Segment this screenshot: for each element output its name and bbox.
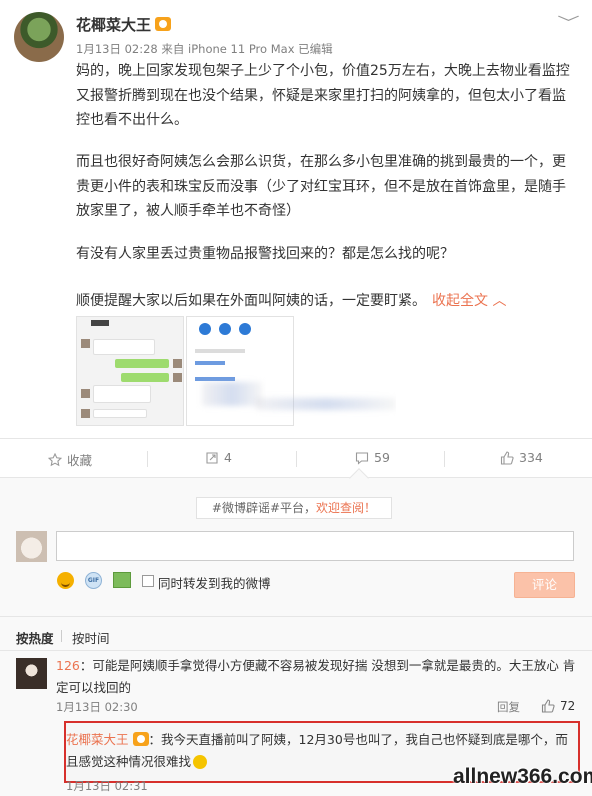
like-button[interactable]: 334 xyxy=(500,450,543,465)
comment-like-count: 72 xyxy=(560,699,576,713)
collect-label: 收藏 xyxy=(67,453,93,468)
image-icon[interactable] xyxy=(113,572,131,588)
author-name[interactable]: 花椰菜大王 xyxy=(76,14,172,35)
repost-checkbox[interactable] xyxy=(142,575,154,587)
crying-emoji-icon xyxy=(193,754,208,769)
divider xyxy=(0,650,592,651)
collect-button[interactable]: 收藏 xyxy=(47,450,93,469)
comment-like-button[interactable]: 72 xyxy=(541,699,575,713)
emoji-icon[interactable] xyxy=(57,572,74,589)
sort-separator xyxy=(61,630,62,642)
commenter-avatar[interactable] xyxy=(16,658,47,689)
reply-button[interactable]: 回复 xyxy=(497,699,520,715)
comment-time: 1月13日 02:30 xyxy=(56,700,138,714)
collapse-link[interactable]: 收起全文 ︿ xyxy=(432,293,506,309)
star-icon xyxy=(47,452,63,467)
commenter-name[interactable]: 126 xyxy=(56,658,80,673)
reply-author[interactable]: 花椰菜大王 xyxy=(66,732,129,747)
post-paragraph: 而且也很好奇阿姨怎么会那么识货，在那么多小包里准确的挑到最贵的一个，更贵更小件的… xyxy=(76,154,566,219)
divider xyxy=(0,616,592,617)
thumbs-up-icon xyxy=(500,450,514,465)
reply-time: 1月13日 02:31 xyxy=(66,779,148,793)
submit-comment-button[interactable]: 评论 xyxy=(514,572,575,598)
post-image-chat[interactable] xyxy=(76,316,184,426)
notice-link[interactable]: 欢迎查阅！ xyxy=(316,501,376,515)
repost-count: 4 xyxy=(224,450,232,465)
comment-input[interactable] xyxy=(56,531,574,561)
post-paragraph: 妈的，晚上回家发现包架子上少了个小包，价值25万左右，大晚上去物业看监控又报警折… xyxy=(76,63,570,128)
post-meta: 1月13日 02:28 来自 iPhone 11 Pro Max 已编辑 xyxy=(76,42,333,56)
repost-icon xyxy=(205,451,219,465)
chevron-down-icon[interactable]: ﹀ xyxy=(557,12,580,33)
comment-count: 59 xyxy=(374,450,390,465)
comment-button[interactable]: 59 xyxy=(355,450,390,465)
my-avatar[interactable] xyxy=(16,531,47,562)
post-paragraph: 顺便提醒大家以后如果在外面叫阿姨的话，一定要盯紧。 收起全文 ︿ xyxy=(76,293,507,309)
repost-checkbox-label[interactable]: 同时转发到我的微博 xyxy=(158,573,271,592)
author-avatar[interactable] xyxy=(14,12,64,62)
sort-by-hot[interactable]: 按热度 xyxy=(16,628,54,647)
watermark: allnew366.com xyxy=(453,765,592,788)
thumbs-up-icon xyxy=(541,699,555,713)
gif-icon[interactable]: GIF xyxy=(85,572,102,589)
post-paragraph: 有没有人家里丢过贵重物品报警找回来的？都是怎么找的呢？ xyxy=(76,246,454,262)
post-image-blurred[interactable] xyxy=(196,316,396,426)
comment-icon xyxy=(355,451,369,465)
rumor-notice: #微博辟谣#平台，欢迎查阅！ xyxy=(196,497,392,519)
comment-text: 126：可能是阿姨顺手拿觉得小方便藏不容易被发现好揣 没想到一拿就是最贵的。大王… xyxy=(56,658,576,695)
sort-by-time[interactable]: 按时间 xyxy=(72,628,110,647)
vip-badge-icon xyxy=(155,16,172,31)
vip-badge-icon xyxy=(132,731,149,746)
repost-button[interactable]: 4 xyxy=(205,450,232,465)
action-bar: 收藏 4 59 334 xyxy=(0,438,592,478)
like-count: 334 xyxy=(519,450,543,465)
